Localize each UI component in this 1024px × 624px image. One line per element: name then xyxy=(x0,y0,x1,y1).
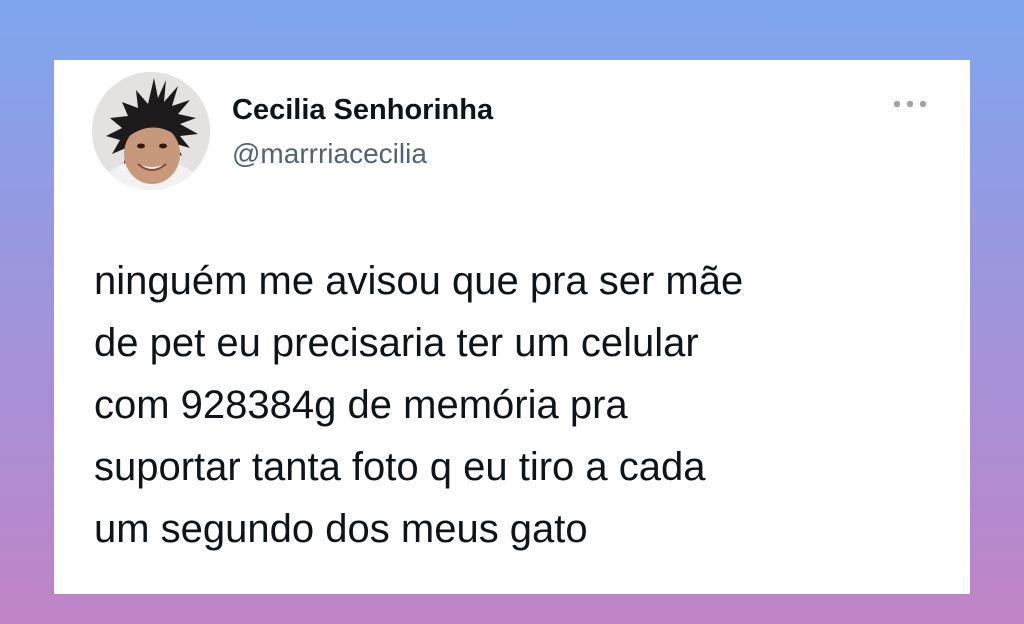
tweet-text-line: suportar tanta foto q eu tiro a cada xyxy=(94,445,706,489)
more-button[interactable] xyxy=(888,94,932,114)
tweet-text: ninguém me avisou que pra ser mãe de pet… xyxy=(94,250,954,560)
avatar-photo-icon xyxy=(92,72,210,190)
tweet-text-line: ninguém me avisou que pra ser mãe xyxy=(94,259,744,303)
tweet-text-line: com 928384g de memória pra xyxy=(94,383,628,427)
tweet-text-line: de pet eu precisaria ter um celular xyxy=(94,321,699,365)
tweet-card: Cecilia Senhorinha @marrriacecilia ningu… xyxy=(54,60,970,594)
user-handle[interactable]: @marrriacecilia xyxy=(232,138,427,170)
avatar[interactable] xyxy=(92,72,210,190)
display-name[interactable]: Cecilia Senhorinha xyxy=(232,94,493,127)
tweet-text-line: um segundo dos meus gato xyxy=(94,507,588,551)
more-horizontal-icon xyxy=(893,100,927,108)
